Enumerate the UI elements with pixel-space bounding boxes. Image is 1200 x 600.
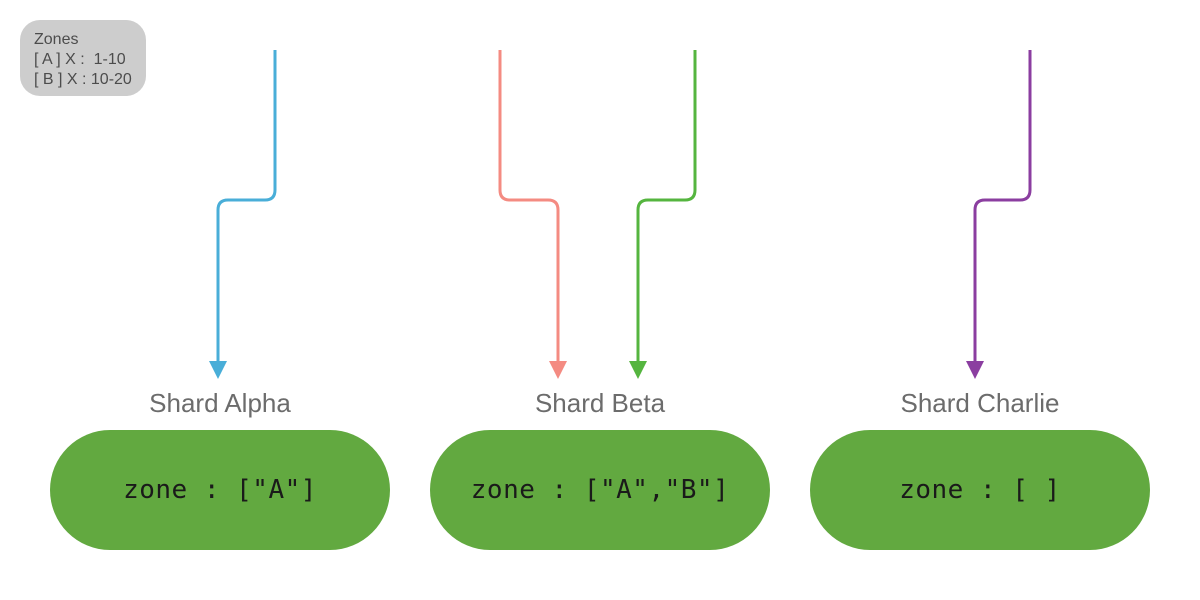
shard-alpha-zone-text: zone : ["A"] bbox=[123, 475, 317, 505]
shard-beta-pill: zone : ["A","B"] bbox=[430, 430, 770, 550]
shard-charlie-pill: zone : [ ] bbox=[810, 430, 1150, 550]
shard-charlie-zone-text: zone : [ ] bbox=[899, 475, 1061, 505]
shard-beta-zone-text: zone : ["A","B"] bbox=[471, 475, 729, 505]
shard-alpha-pill: zone : ["A"] bbox=[50, 430, 390, 550]
arrow-purple bbox=[975, 50, 1030, 370]
shard-alpha-label: Shard Alpha bbox=[50, 388, 390, 419]
shard-charlie-label: Shard Charlie bbox=[810, 388, 1150, 419]
zones-legend-box: Zones [ A ] X : 1-10 [ B ] X : 10-20 bbox=[20, 20, 146, 96]
shard-beta-label: Shard Beta bbox=[430, 388, 770, 419]
arrow-green bbox=[638, 50, 695, 370]
zones-legend-title: Zones bbox=[34, 30, 132, 50]
arrow-blue bbox=[218, 50, 275, 370]
zones-legend-row-a: [ A ] X : 1-10 bbox=[34, 50, 132, 70]
arrow-coral bbox=[500, 50, 558, 370]
diagram-canvas: Zones [ A ] X : 1-10 [ B ] X : 10-20 Sha… bbox=[0, 0, 1200, 600]
zones-legend-row-b: [ B ] X : 10-20 bbox=[34, 70, 132, 90]
